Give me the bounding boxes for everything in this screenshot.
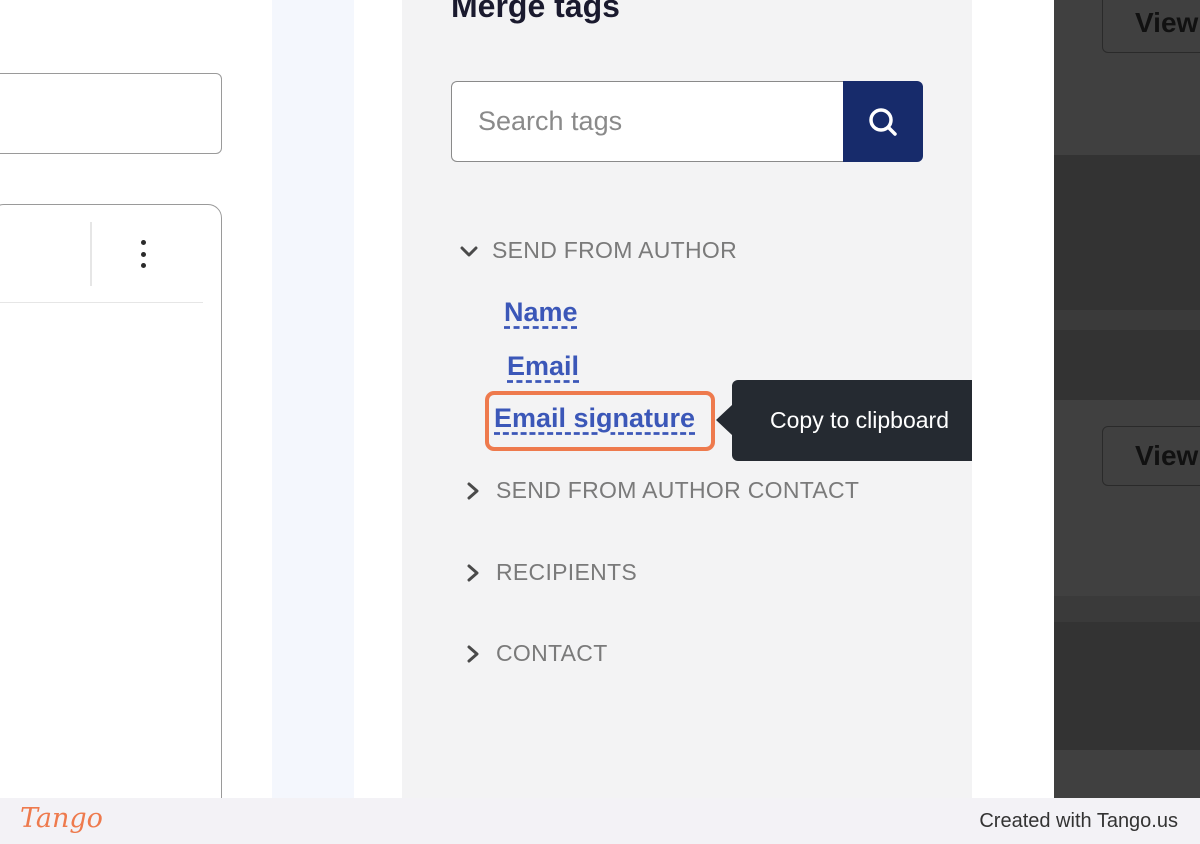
chevron-right-icon bbox=[467, 482, 479, 499]
background-strip bbox=[272, 0, 354, 798]
background-input-field[interactable] bbox=[0, 73, 222, 154]
card-divider bbox=[90, 222, 92, 286]
section-label: CONTACT bbox=[496, 640, 608, 666]
panel-title: Merge tags bbox=[451, 0, 620, 24]
section-send-from-author-contact[interactable]: SEND FROM AUTHOR CONTACT bbox=[462, 477, 859, 504]
click-highlight bbox=[485, 391, 715, 451]
view-button[interactable]: View bbox=[1102, 0, 1200, 53]
tango-logo: Tango bbox=[20, 803, 103, 834]
section-send-from-author[interactable]: SEND FROM AUTHOR bbox=[458, 237, 737, 264]
background-strip bbox=[354, 0, 402, 798]
dimmed-row bbox=[1054, 596, 1200, 622]
section-recipients[interactable]: RECIPIENTS bbox=[462, 559, 637, 586]
background-strip bbox=[972, 0, 1054, 798]
tag-link-name[interactable]: Name bbox=[504, 297, 578, 328]
tooltip-arrow bbox=[716, 405, 732, 435]
search-input[interactable] bbox=[451, 81, 843, 162]
dimmed-row bbox=[1054, 750, 1200, 798]
tag-link-email[interactable]: Email bbox=[507, 351, 579, 382]
chevron-right-icon bbox=[467, 564, 479, 581]
section-contact[interactable]: CONTACT bbox=[462, 640, 608, 667]
footer-credit: Created with Tango.us bbox=[979, 810, 1178, 832]
section-label: SEND FROM AUTHOR bbox=[492, 237, 738, 263]
search-icon bbox=[869, 107, 897, 136]
copy-tooltip: Copy to clipboard bbox=[732, 380, 987, 461]
view-button[interactable]: View bbox=[1102, 426, 1200, 486]
chevron-right-icon bbox=[467, 645, 479, 662]
more-options-icon[interactable] bbox=[132, 238, 154, 270]
search-box bbox=[451, 81, 923, 162]
section-label: SEND FROM AUTHOR CONTACT bbox=[496, 477, 860, 503]
section-label: RECIPIENTS bbox=[496, 559, 638, 585]
background-card bbox=[0, 204, 222, 826]
chevron-down-icon bbox=[460, 246, 478, 256]
search-button[interactable] bbox=[843, 81, 923, 162]
card-divider bbox=[0, 302, 203, 303]
dimmed-row bbox=[1054, 310, 1200, 330]
